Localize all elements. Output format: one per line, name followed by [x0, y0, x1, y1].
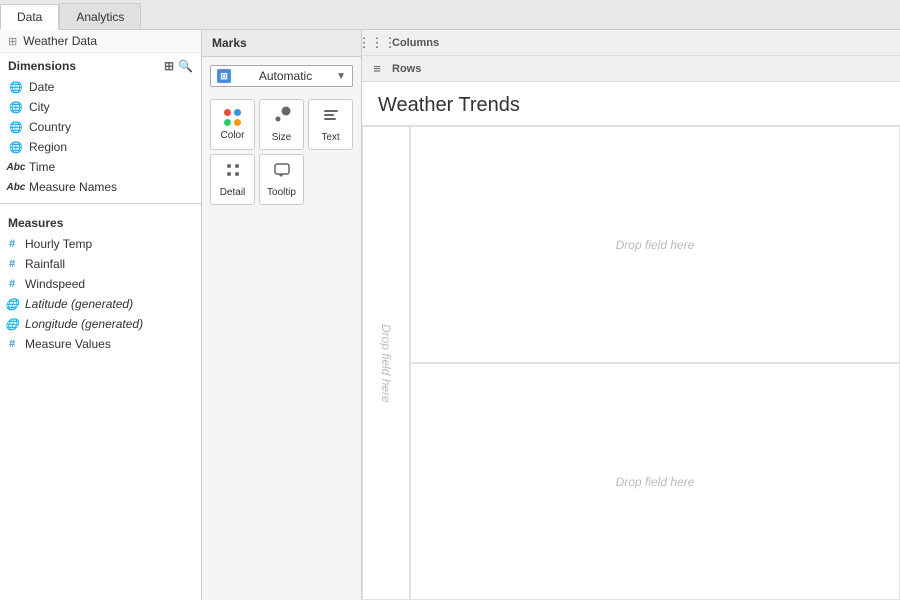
field-country[interactable]: 🌐 Country	[4, 117, 197, 137]
top-drop-zone[interactable]: Drop field here	[410, 126, 900, 363]
dimensions-section-header: Dimensions ⊞ 🔍	[0, 53, 201, 77]
detail-label: Detail	[220, 187, 246, 198]
marks-color-button[interactable]: Color	[210, 99, 255, 150]
right-panel: ⋮⋮⋮ Columns ≡ Rows Weather Trends Drop f…	[362, 30, 900, 600]
field-time-label: Time	[29, 160, 55, 174]
field-hourly-temp[interactable]: # Hourly Temp	[0, 234, 201, 254]
marks-text-button[interactable]: Text	[308, 99, 353, 150]
size-icon	[273, 106, 291, 129]
marks-detail-button[interactable]: Detail	[210, 154, 255, 205]
text-label: Text	[321, 132, 339, 143]
viz-canvas: Drop field here Drop field here Drop fie…	[362, 126, 900, 600]
rows-drop-area[interactable]	[452, 58, 896, 80]
dropdown-chevron-icon: ▼	[336, 71, 346, 82]
marks-buttons-grid: Color Size	[202, 95, 361, 209]
marks-tooltip-button[interactable]: Tooltip	[259, 154, 304, 205]
section-divider	[0, 203, 201, 204]
viz-title: Weather Trends	[362, 82, 900, 126]
marks-type-label: Automatic	[259, 69, 312, 83]
measures-label: Measures	[8, 216, 63, 230]
abc-icon: Abc	[8, 179, 24, 195]
color-dots-icon	[224, 109, 242, 127]
field-latitude[interactable]: 🌐 Latitude (generated)	[0, 294, 201, 314]
datasource-icon: ⊞	[8, 35, 17, 48]
field-city-label: City	[29, 100, 50, 114]
size-label: Size	[272, 132, 291, 143]
columns-shelf: ⋮⋮⋮ Columns	[362, 30, 900, 56]
rows-shelf: ≡ Rows	[362, 56, 900, 82]
rows-shelf-label: Rows	[392, 63, 452, 75]
top-tab-bar: Data Analytics	[0, 0, 900, 30]
field-windspeed-label: Windspeed	[25, 277, 85, 291]
top-drop-label: Drop field here	[616, 238, 695, 252]
field-time[interactable]: Abc Time	[4, 157, 197, 177]
globe-icon: 🌐	[8, 99, 24, 115]
hash-icon: #	[4, 256, 20, 272]
field-country-label: Country	[29, 120, 71, 134]
tab-data[interactable]: Data	[0, 4, 59, 30]
columns-shelf-label: Columns	[392, 37, 452, 49]
automatic-type-icon: ⊞	[217, 69, 231, 83]
globe-icon: 🌐	[8, 119, 24, 135]
marks-panel: Marks ⊞ Automatic ▼ Color	[202, 30, 362, 600]
hash-icon: #	[4, 236, 20, 252]
dimensions-list: 🌐 Date 🌐 City 🌐 Country 🌐 Region Abc Tim…	[0, 77, 201, 197]
globe-italic-icon: 🌐	[4, 316, 20, 332]
field-city[interactable]: 🌐 City	[4, 97, 197, 117]
marks-type-dropdown[interactable]: ⊞ Automatic ▼	[210, 65, 353, 87]
detail-icon	[224, 161, 242, 184]
left-panel: ⊞ Weather Data Dimensions ⊞ 🔍 🌐 Date 🌐 C…	[0, 30, 202, 600]
hash-icon: #	[4, 336, 20, 352]
field-date-label: Date	[29, 80, 54, 94]
color-label: Color	[221, 130, 245, 141]
field-measure-values-label: Measure Values	[25, 337, 111, 351]
abc-icon: Abc	[8, 159, 24, 175]
field-measure-names[interactable]: Abc Measure Names	[4, 177, 197, 197]
marks-header: Marks	[202, 30, 361, 57]
marks-size-button[interactable]: Size	[259, 99, 304, 150]
bottom-drop-zone[interactable]: Drop field here	[410, 363, 900, 600]
bottom-drop-label: Drop field here	[616, 475, 695, 489]
search-dimensions-icon[interactable]: 🔍	[178, 59, 193, 73]
grid-view-icon[interactable]: ⊞	[164, 59, 174, 73]
dimensions-label: Dimensions	[8, 59, 76, 73]
field-rainfall-label: Rainfall	[25, 257, 65, 271]
datasource-row[interactable]: ⊞ Weather Data	[0, 30, 201, 53]
field-region-label: Region	[29, 140, 67, 154]
field-longitude-label: Longitude (generated)	[25, 317, 143, 331]
measures-list: # Hourly Temp # Rainfall # Windspeed 🌐 L…	[0, 234, 201, 354]
tooltip-label: Tooltip	[267, 187, 296, 198]
globe-italic-icon: 🌐	[4, 296, 20, 312]
field-latitude-label: Latitude (generated)	[25, 297, 133, 311]
field-hourly-temp-label: Hourly Temp	[25, 237, 92, 251]
left-drop-zone[interactable]: Drop field here	[362, 126, 410, 600]
main-layout: ⊞ Weather Data Dimensions ⊞ 🔍 🌐 Date 🌐 C…	[0, 30, 900, 600]
datasource-name: Weather Data	[23, 34, 97, 48]
text-icon	[322, 106, 340, 129]
field-windspeed[interactable]: # Windspeed	[0, 274, 201, 294]
hash-icon: #	[4, 276, 20, 292]
field-region[interactable]: 🌐 Region	[4, 137, 197, 157]
field-measure-values[interactable]: # Measure Values	[0, 334, 201, 354]
dimensions-header-icons: ⊞ 🔍	[164, 59, 193, 73]
globe-icon: 🌐	[8, 79, 24, 95]
globe-icon: 🌐	[8, 139, 24, 155]
rows-shelf-icon: ≡	[366, 61, 388, 76]
tab-analytics[interactable]: Analytics	[59, 3, 141, 29]
field-date[interactable]: 🌐 Date	[4, 77, 197, 97]
field-rainfall[interactable]: # Rainfall	[0, 254, 201, 274]
columns-drop-area[interactable]	[452, 32, 896, 54]
tooltip-icon	[273, 161, 291, 184]
field-measure-names-label: Measure Names	[29, 180, 117, 194]
field-longitude[interactable]: 🌐 Longitude (generated)	[0, 314, 201, 334]
measures-section-header: Measures	[0, 210, 201, 234]
left-drop-label: Drop field here	[379, 324, 393, 403]
columns-shelf-icon: ⋮⋮⋮	[366, 35, 388, 51]
